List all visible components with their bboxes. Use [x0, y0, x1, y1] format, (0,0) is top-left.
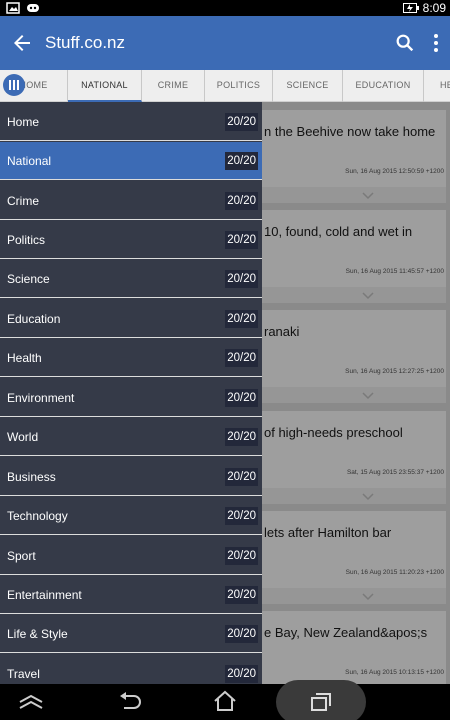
drawer-item-science[interactable]: Science 20/20: [0, 260, 262, 298]
drawer-item-label: Business: [7, 470, 56, 484]
drawer-item-sport[interactable]: Sport 20/20: [0, 537, 262, 575]
article-date: Sun, 16 Aug 2015 10:13:15 +1200: [345, 669, 444, 676]
back-nav-icon[interactable]: [118, 692, 142, 712]
drawer-item-label: Life & Style: [7, 627, 68, 641]
article-card[interactable]: 10, found, cold and wet in Sun, 16 Aug 2…: [262, 210, 446, 303]
search-icon[interactable]: [394, 32, 416, 54]
count-badge: 20/20: [225, 389, 258, 407]
drawer-item-health[interactable]: Health 20/20: [0, 339, 262, 377]
article-card[interactable]: e Bay, New Zealand&apos;s Sun, 16 Aug 20…: [262, 611, 446, 684]
home-nav-icon[interactable]: [212, 690, 238, 712]
drawer-item-business[interactable]: Business 20/20: [0, 458, 262, 496]
drawer-item-crime[interactable]: Crime 20/20: [0, 182, 262, 220]
clock: 8:09: [422, 1, 446, 15]
drawer-item-environment[interactable]: Environment 20/20: [0, 379, 262, 417]
drawer-item-label: World: [7, 430, 39, 444]
drawer-item-home[interactable]: Home 20/20: [0, 103, 262, 141]
article-card[interactable]: n the Beehive now take home Sun, 16 Aug …: [262, 110, 446, 203]
count-badge: 20/20: [225, 625, 258, 643]
drawer-item-label: Science: [7, 272, 50, 286]
article-date: Sun, 16 Aug 2015 11:20:23 +1200: [345, 569, 444, 576]
tab-education[interactable]: EDUCATION: [343, 70, 424, 102]
article-date: Sun, 16 Aug 2015 12:50:59 +1200: [345, 168, 444, 175]
chevron-down-icon[interactable]: [362, 192, 374, 200]
drawer-item-label: Travel: [7, 667, 40, 681]
article-headline: e Bay, New Zealand&apos;s: [264, 625, 428, 640]
count-badge: 20/20: [225, 468, 258, 486]
drawer-item-label: Home: [7, 115, 40, 129]
drawer-item-world[interactable]: World 20/20: [0, 418, 262, 456]
count-badge: 20/20: [225, 547, 258, 565]
article-headline: n the Beehive now take home: [264, 124, 436, 139]
drawer-item-travel[interactable]: Travel 20/20: [0, 655, 262, 684]
drawer-item-entertainment[interactable]: Entertainment 20/20: [0, 576, 262, 614]
drawer-item-national[interactable]: National 20/20: [0, 142, 262, 180]
drawer-item-politics[interactable]: Politics 20/20: [0, 221, 262, 259]
chevron-down-icon[interactable]: [362, 593, 374, 601]
drawer-item-label: Entertainment: [7, 588, 82, 602]
drawer-item-life-style[interactable]: Life & Style 20/20: [0, 615, 262, 653]
count-badge: 20/20: [225, 507, 258, 525]
system-nav-bar: [0, 680, 450, 720]
chevron-down-icon[interactable]: [362, 392, 374, 400]
status-bar: 8:09: [0, 0, 450, 16]
count-badge: 20/20: [225, 231, 258, 249]
article-date: Sun, 16 Aug 2015 11:45:57 +1200: [345, 268, 444, 275]
tab-health[interactable]: HE: [424, 70, 450, 102]
drawer-item-label: Education: [7, 312, 61, 326]
chevron-down-icon[interactable]: [362, 493, 374, 501]
drawer-item-label: Health: [7, 351, 42, 365]
drawer-item-label: Technology: [7, 509, 68, 523]
article-date: Sun, 16 Aug 2015 12:27:25 +1200: [345, 368, 444, 375]
tab-politics[interactable]: POLITICS: [205, 70, 273, 102]
collapse-icon[interactable]: [18, 694, 44, 710]
notification-icon: [27, 4, 39, 12]
count-badge: 20/20: [225, 428, 258, 446]
article-card[interactable]: of high-needs preschool Sat, 15 Aug 2015…: [262, 411, 446, 504]
app-title: Stuff.co.nz: [45, 33, 126, 52]
drawer-item-label: Crime: [7, 194, 39, 208]
drawer-item-label: National: [7, 154, 52, 168]
count-badge: 20/20: [225, 152, 258, 170]
article-headline: of high-needs preschool: [264, 425, 403, 440]
tab-science[interactable]: SCIENCE: [273, 70, 343, 102]
recents-nav-icon[interactable]: [310, 692, 332, 712]
article-card[interactable]: lets after Hamilton bar Sun, 16 Aug 2015…: [262, 511, 446, 604]
article-date: Sat, 15 Aug 2015 23:55:37 +1200: [346, 469, 444, 476]
drawer-item-label: Environment: [7, 391, 75, 405]
article-headline: lets after Hamilton bar: [264, 525, 392, 540]
section-tabs: HOME NATIONAL CRIME POLITICS SCIENCE EDU…: [0, 70, 450, 102]
tab-crime[interactable]: CRIME: [142, 70, 205, 102]
tab-national[interactable]: NATIONAL: [68, 70, 142, 102]
navigation-drawer: Home 20/20 National 20/20 Crime 20/20 Polit…: [0, 102, 262, 684]
count-badge: 20/20: [225, 192, 258, 210]
back-arrow-icon[interactable]: [10, 31, 34, 55]
count-badge: 20/20: [225, 665, 258, 683]
count-badge: 20/20: [225, 310, 258, 328]
drawer-toggle-button[interactable]: [3, 74, 25, 96]
count-badge: 20/20: [225, 349, 258, 367]
drawer-item-education[interactable]: Education 20/20: [0, 300, 262, 338]
article-card[interactable]: ranaki Sun, 16 Aug 2015 12:27:25 +1200: [262, 310, 446, 403]
battery-charging-icon: [402, 3, 419, 13]
drawer-item-label: Politics: [7, 233, 46, 247]
image-icon: [6, 2, 20, 14]
article-headline: 10, found, cold and wet in: [264, 224, 413, 239]
more-vert-icon[interactable]: [428, 32, 444, 54]
chevron-down-icon[interactable]: [362, 292, 374, 300]
article-headline: ranaki: [264, 324, 300, 339]
count-badge: 20/20: [225, 270, 258, 288]
count-badge: 20/20: [225, 586, 258, 604]
count-badge: 20/20: [225, 113, 258, 131]
app-bar: Stuff.co.nz: [0, 16, 450, 70]
drawer-item-label: Sport: [7, 549, 36, 563]
drawer-item-technology[interactable]: Technology 20/20: [0, 497, 262, 535]
